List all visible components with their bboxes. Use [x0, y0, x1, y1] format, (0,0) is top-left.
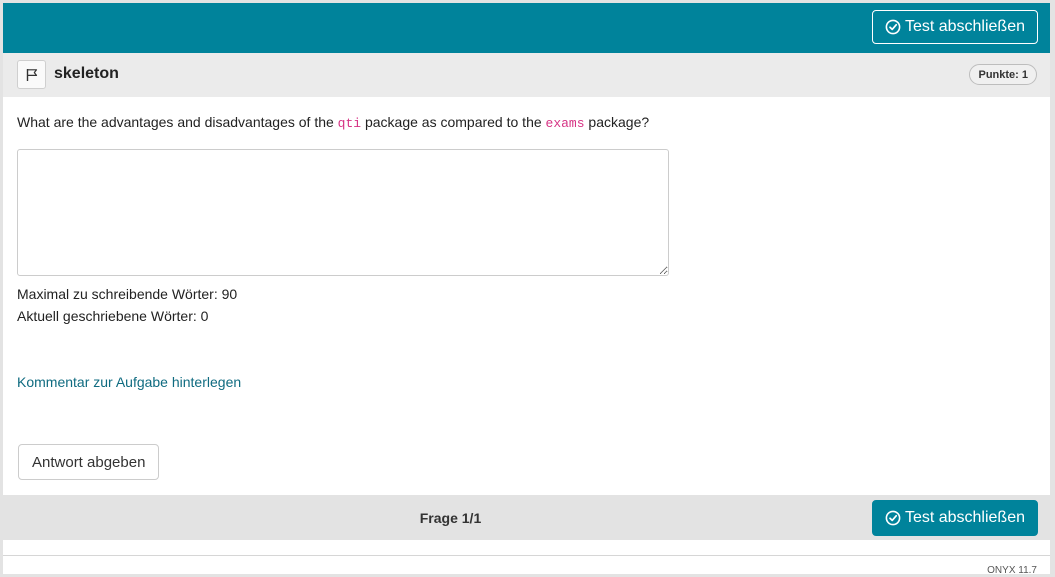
- question-text-part: package?: [584, 114, 650, 130]
- test-window: Test abschließen skeleton Punkte: 1 What…: [3, 3, 1050, 574]
- submit-answer-button[interactable]: Antwort abgeben: [18, 444, 160, 480]
- item-title: skeleton: [54, 65, 119, 82]
- question-text: What are the advantages and disadvantage…: [17, 114, 649, 131]
- answer-textarea[interactable]: [17, 149, 669, 276]
- flag-icon: [26, 68, 37, 81]
- item-header: skeleton Punkte: 1: [3, 53, 1050, 97]
- check-circle-icon: [885, 510, 901, 526]
- question-counter: Frage 1/1: [419, 510, 482, 526]
- flag-item-button[interactable]: [17, 60, 46, 89]
- finish-test-label: Test abschließen: [904, 18, 1025, 35]
- version-label: ONYX 11.7: [987, 565, 1037, 574]
- question-text-part: package as compared to the: [361, 114, 546, 130]
- question-text-part: What are the advantages and disadvantage…: [17, 114, 338, 130]
- code-exams: exams: [545, 116, 585, 131]
- comment-link[interactable]: Kommentar zur Aufgabe hinterlegen: [17, 374, 241, 390]
- finish-test-button-bottom[interactable]: Test abschließen: [871, 500, 1038, 536]
- divider: [3, 555, 1050, 556]
- top-toolbar: Test abschließen: [3, 3, 1050, 53]
- finish-test-button-top[interactable]: Test abschließen: [871, 10, 1038, 44]
- code-qti: qti: [337, 116, 362, 131]
- finish-test-label: Test abschließen: [904, 509, 1025, 526]
- max-words-text: Maximal zu schreibende Wörter: 90: [17, 286, 238, 302]
- current-words-text: Aktuell geschriebene Wörter: 0: [17, 308, 209, 324]
- check-circle-icon: [885, 19, 901, 35]
- points-badge: Punkte: 1: [969, 64, 1037, 85]
